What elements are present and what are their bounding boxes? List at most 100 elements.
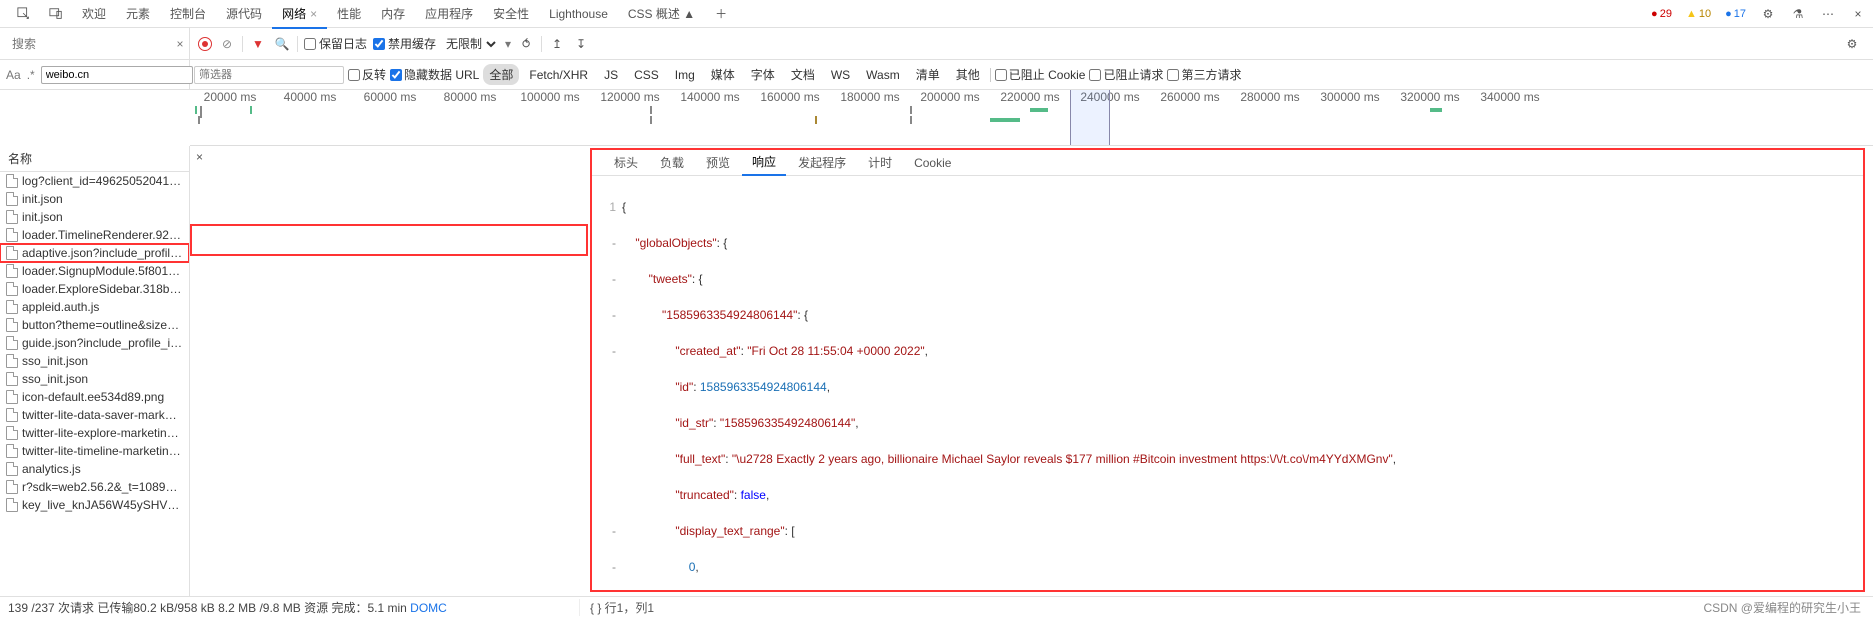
search-input[interactable] xyxy=(41,66,193,84)
tab-preview[interactable]: 预览 xyxy=(696,150,740,175)
request-row[interactable]: loader.TimelineRenderer.92def109.js xyxy=(0,226,189,244)
download-icon[interactable]: ↧ xyxy=(572,35,590,53)
preserve-log-checkbox[interactable]: 保留日志 xyxy=(304,35,367,52)
tab-elements[interactable]: 元素 xyxy=(116,0,160,28)
tab-performance[interactable]: 性能 xyxy=(327,0,371,28)
request-row[interactable]: init.json xyxy=(0,190,189,208)
tab-security[interactable]: 安全性 xyxy=(483,0,539,28)
file-icon xyxy=(6,192,18,206)
filter-pill-js[interactable]: JS xyxy=(598,66,624,84)
request-row[interactable]: loader.ExploreSidebar.318b4df9.js xyxy=(0,280,189,298)
filter-pill-fetch[interactable]: Fetch/XHR xyxy=(523,66,594,84)
close-devtools-icon[interactable]: × xyxy=(1847,3,1869,25)
filter-icon[interactable]: ▼ xyxy=(249,35,267,53)
filter-pill-font[interactable]: 字体 xyxy=(745,64,781,85)
tab-memory[interactable]: 内存 xyxy=(371,0,415,28)
filter-pill-manifest[interactable]: 清单 xyxy=(910,64,946,85)
request-row[interactable]: analytics.js xyxy=(0,460,189,478)
tab-css-overview[interactable]: CSS 概述 ▲ xyxy=(618,0,705,28)
filter-pill-media[interactable]: 媒体 xyxy=(705,64,741,85)
request-list: 名称 log?client_id=49625052041-kgt0hghf445… xyxy=(0,146,190,596)
tab-console[interactable]: 控制台 xyxy=(160,0,216,28)
request-row[interactable]: twitter-lite-explore-marketing.fd45b029.… xyxy=(0,424,189,442)
tab-welcome[interactable]: 欢迎 xyxy=(72,0,116,28)
add-tab-icon[interactable]: ＋ xyxy=(711,4,731,24)
request-row[interactable]: adaptive.json?include_profile_interstiti… xyxy=(0,244,189,262)
device-icon[interactable] xyxy=(46,4,66,24)
request-name: loader.ExploreSidebar.318b4df9.js xyxy=(22,282,183,296)
search-filter-row: Aa .* ⟳ ⊘ xyxy=(0,60,190,90)
filter-pill-img[interactable]: Img xyxy=(669,66,701,84)
request-row[interactable]: button?theme=outline&size=large&shape=ci… xyxy=(0,316,189,334)
wifi-icon[interactable]: ⥀ xyxy=(517,35,535,53)
tab-response[interactable]: 响应 xyxy=(742,149,786,176)
filter-pill-css[interactable]: CSS xyxy=(628,66,665,84)
network-settings-icon[interactable]: ⚙ xyxy=(1843,35,1861,53)
clear-search-icon[interactable]: × xyxy=(171,34,189,54)
request-name: loader.SignupModule.5f801bd9.js xyxy=(22,264,183,278)
request-row[interactable]: init.json xyxy=(0,208,189,226)
tab-application[interactable]: 应用程序 xyxy=(415,0,483,28)
match-case-icon[interactable]: Aa xyxy=(6,68,21,82)
filter-pill-doc[interactable]: 文档 xyxy=(785,64,821,85)
tab-cookies[interactable]: Cookie xyxy=(904,152,961,174)
tab-timing[interactable]: 计时 xyxy=(858,150,902,175)
throttle-select[interactable]: 无限制 xyxy=(442,36,499,52)
file-icon xyxy=(6,228,18,242)
request-row[interactable]: appleid.auth.js xyxy=(0,298,189,316)
column-header-name[interactable]: 名称 xyxy=(0,146,189,172)
invert-checkbox[interactable]: 反转 xyxy=(348,66,386,83)
third-party-checkbox[interactable]: 第三方请求 xyxy=(1167,66,1241,83)
response-footer: { } 行1，列1 xyxy=(580,599,654,616)
more-icon[interactable]: ⋯ xyxy=(1817,3,1839,25)
request-row[interactable]: guide.json?include_profile_interstitial_… xyxy=(0,334,189,352)
search-drawer-input[interactable] xyxy=(8,33,171,55)
tab-headers[interactable]: 标头 xyxy=(604,150,648,175)
request-row[interactable]: loader.SignupModule.5f801bd9.js xyxy=(0,262,189,280)
tab-network[interactable]: 网络× xyxy=(272,0,327,28)
request-name: icon-default.ee534d89.png xyxy=(22,390,164,404)
filter-pill-all[interactable]: 全部 xyxy=(483,64,519,85)
filter-pill-other[interactable]: 其他 xyxy=(950,64,986,85)
record-icon[interactable] xyxy=(198,37,212,51)
errors-badge[interactable]: 29 xyxy=(1647,8,1676,20)
file-icon xyxy=(6,174,18,188)
inspect-icon[interactable] xyxy=(14,4,34,24)
upload-icon[interactable]: ↥ xyxy=(548,35,566,53)
request-row[interactable]: icon-default.ee534d89.png xyxy=(0,388,189,406)
tab-lighthouse[interactable]: Lighthouse xyxy=(539,1,618,27)
file-icon xyxy=(6,282,18,296)
hide-data-urls-checkbox[interactable]: 隐藏数据 URL xyxy=(390,66,479,83)
clear-icon[interactable]: ⊘ xyxy=(218,35,236,53)
request-name: sso_init.json xyxy=(22,354,88,368)
request-row[interactable]: sso_init.json xyxy=(0,352,189,370)
network-timeline[interactable]: 20000 ms40000 ms60000 ms80000 ms100000 m… xyxy=(190,90,1873,146)
tab-sources[interactable]: 源代码 xyxy=(216,0,272,28)
request-row[interactable]: twitter-lite-timeline-marketing.befcdb49… xyxy=(0,442,189,460)
request-row[interactable]: sso_init.json xyxy=(0,370,189,388)
search-pane-header: × xyxy=(0,28,190,60)
regex-icon[interactable]: .* xyxy=(27,68,35,82)
filter-pill-wasm[interactable]: Wasm xyxy=(860,66,906,84)
search-icon[interactable]: 🔍 xyxy=(273,35,291,53)
request-row[interactable]: twitter-lite-data-saver-marketing.680598… xyxy=(0,406,189,424)
blocked-requests-checkbox[interactable]: 已阻止请求 xyxy=(1089,66,1163,83)
experiments-icon[interactable]: ⚗ xyxy=(1787,3,1809,25)
tab-payload[interactable]: 负载 xyxy=(650,150,694,175)
response-body[interactable]: 1{ - "globalObjects": { - "tweets": { - … xyxy=(592,176,1863,590)
info-badge[interactable]: 17 xyxy=(1721,8,1750,20)
file-icon xyxy=(6,246,18,260)
request-row[interactable]: r?sdk=web2.56.2&_t=1089081930057249410&b… xyxy=(0,478,189,496)
request-row[interactable]: key_live_knJA56W45ySHVJiP0wn8figpqFePX59… xyxy=(0,496,189,514)
warnings-badge[interactable]: 10 xyxy=(1682,8,1715,20)
tab-initiator[interactable]: 发起程序 xyxy=(788,150,856,175)
filter-pill-ws[interactable]: WS xyxy=(825,66,856,84)
disable-cache-checkbox[interactable]: 禁用缓存 xyxy=(373,35,436,52)
status-bar: 139 /237 次请求 已传输80.2 kB/958 kB 8.2 MB /9… xyxy=(0,596,1873,618)
blocked-cookies-checkbox[interactable]: 已阻止 Cookie xyxy=(995,66,1086,83)
close-icon[interactable]: × xyxy=(310,7,317,21)
request-row[interactable]: log?client_id=49625052041-kgt0hghf445lmc… xyxy=(0,172,189,190)
gear-icon[interactable]: ⚙ xyxy=(1757,3,1779,25)
network-filter-input[interactable] xyxy=(194,66,344,84)
close-details-icon[interactable]: × xyxy=(196,150,203,164)
